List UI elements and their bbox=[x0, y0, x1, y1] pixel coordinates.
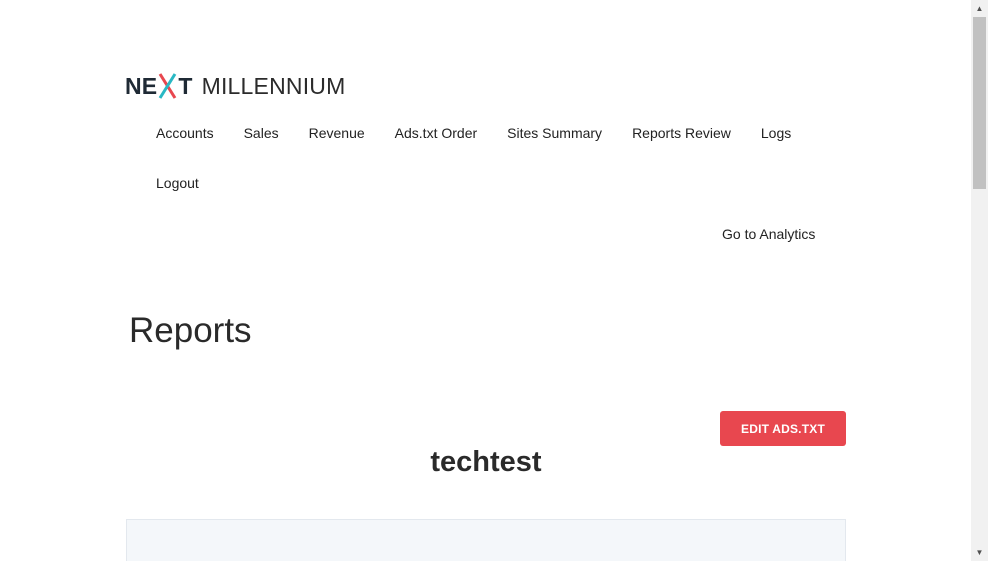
nav-item-revenue[interactable]: Revenue bbox=[294, 125, 380, 141]
site-name-heading: techtest bbox=[430, 446, 542, 478]
nav-item-logs[interactable]: Logs bbox=[746, 125, 806, 141]
nav-item-logout[interactable]: Logout bbox=[141, 175, 214, 191]
edit-ads-txt-button[interactable]: EDIT ADS.TXT bbox=[720, 411, 846, 446]
page: NE T MILLENNIUM Accounts Sales Revenue A… bbox=[0, 0, 971, 561]
triangle-down-icon[interactable]: ▼ bbox=[971, 544, 988, 561]
nav-item-sales[interactable]: Sales bbox=[229, 125, 294, 141]
logo-next-suffix: T bbox=[178, 73, 193, 99]
report-panel bbox=[126, 519, 846, 561]
logo-name: MILLENNIUM bbox=[201, 73, 346, 99]
brand-logo[interactable]: NE T MILLENNIUM bbox=[125, 71, 345, 101]
nav-item-accounts[interactable]: Accounts bbox=[141, 125, 229, 141]
logo-next: NE T bbox=[125, 71, 193, 101]
scrollbar-thumb[interactable] bbox=[973, 17, 986, 189]
nav-row-secondary: Logout bbox=[141, 166, 841, 200]
nav-item-ads-txt-order[interactable]: Ads.txt Order bbox=[380, 125, 492, 141]
nav-item-sites-summary[interactable]: Sites Summary bbox=[492, 125, 617, 141]
logo-next-prefix: NE bbox=[125, 73, 158, 99]
triangle-up-icon[interactable]: ▲ bbox=[971, 0, 988, 17]
main-nav: Accounts Sales Revenue Ads.txt Order Sit… bbox=[141, 116, 841, 200]
nav-item-reports-review[interactable]: Reports Review bbox=[617, 125, 746, 141]
nav-row-primary: Accounts Sales Revenue Ads.txt Order Sit… bbox=[141, 116, 841, 150]
vertical-scrollbar[interactable]: ▲ ▼ bbox=[971, 0, 988, 561]
logo-x-mark-icon bbox=[159, 73, 177, 99]
page-title: Reports bbox=[129, 311, 252, 350]
go-to-analytics-link[interactable]: Go to Analytics bbox=[722, 226, 815, 242]
